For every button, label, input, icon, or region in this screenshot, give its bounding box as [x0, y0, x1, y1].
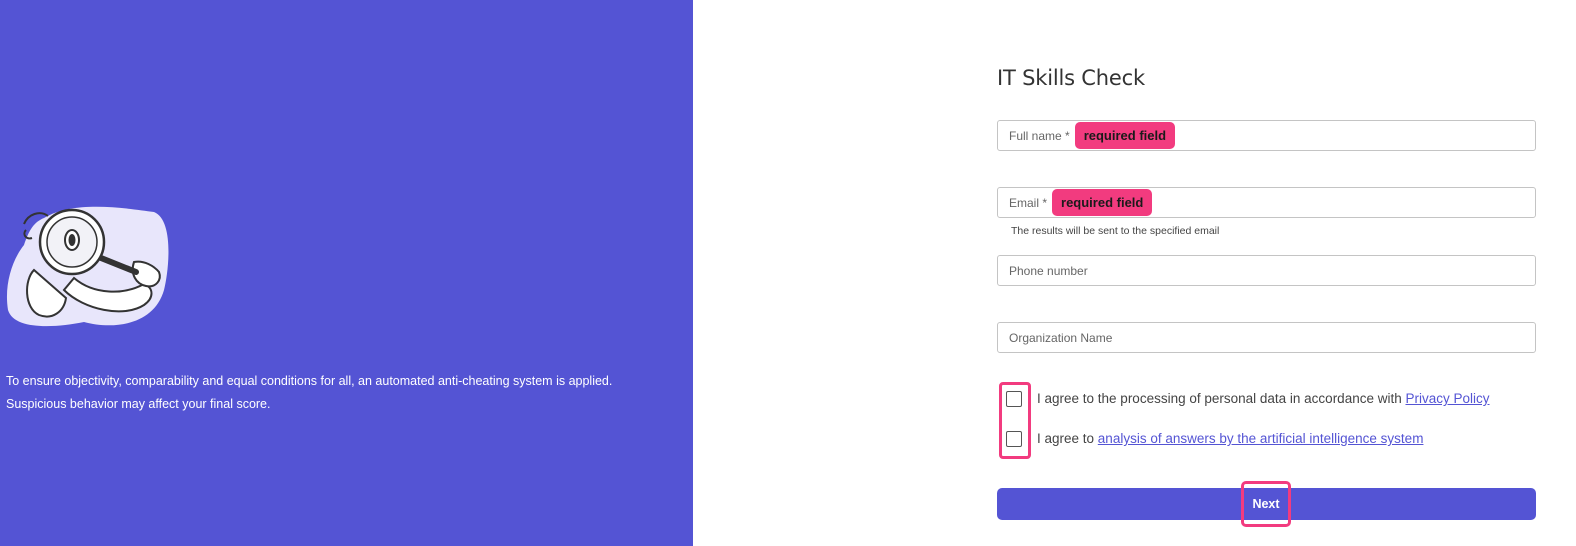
notice-line-2: Suspicious behavior may affect your fina…	[6, 396, 271, 411]
privacy-consent-checkbox[interactable]	[1006, 391, 1022, 407]
organization-input[interactable]: Organization Name	[997, 322, 1536, 353]
notice-line-1: To ensure objectivity, comparability and…	[6, 374, 613, 388]
ai-consent-text: I agree to	[1037, 431, 1098, 446]
full-name-required-badge: required field	[1074, 122, 1176, 149]
next-button-label[interactable]: Next	[1241, 481, 1291, 527]
privacy-consent-label: I agree to the processing of personal da…	[1037, 391, 1490, 406]
anti-cheating-notice: To ensure objectivity, comparability and…	[6, 370, 686, 415]
full-name-placeholder: Full name *	[1009, 128, 1070, 143]
email-input[interactable]: Email * required field	[997, 187, 1536, 218]
privacy-policy-link[interactable]: Privacy Policy	[1405, 391, 1489, 406]
email-placeholder: Email *	[1009, 195, 1048, 210]
ai-consent-label: I agree to analysis of answers by the ar…	[1037, 431, 1423, 446]
full-name-input[interactable]: Full name * required field	[997, 120, 1536, 151]
phone-placeholder: Phone number	[1009, 263, 1088, 278]
page-title: IT Skills Check	[997, 66, 1145, 90]
ai-analysis-link[interactable]: analysis of answers by the artificial in…	[1098, 431, 1424, 446]
left-panel: To ensure objectivity, comparability and…	[0, 0, 693, 546]
privacy-consent-text: I agree to the processing of personal da…	[1037, 391, 1406, 406]
email-required-badge: required field	[1052, 189, 1153, 216]
phone-input[interactable]: Phone number	[997, 255, 1536, 286]
email-hint: The results will be sent to the specifie…	[1011, 225, 1220, 237]
magnifier-mascot-illustration	[6, 206, 169, 327]
organization-placeholder: Organization Name	[1009, 330, 1113, 345]
ai-consent-checkbox[interactable]	[1006, 431, 1022, 447]
